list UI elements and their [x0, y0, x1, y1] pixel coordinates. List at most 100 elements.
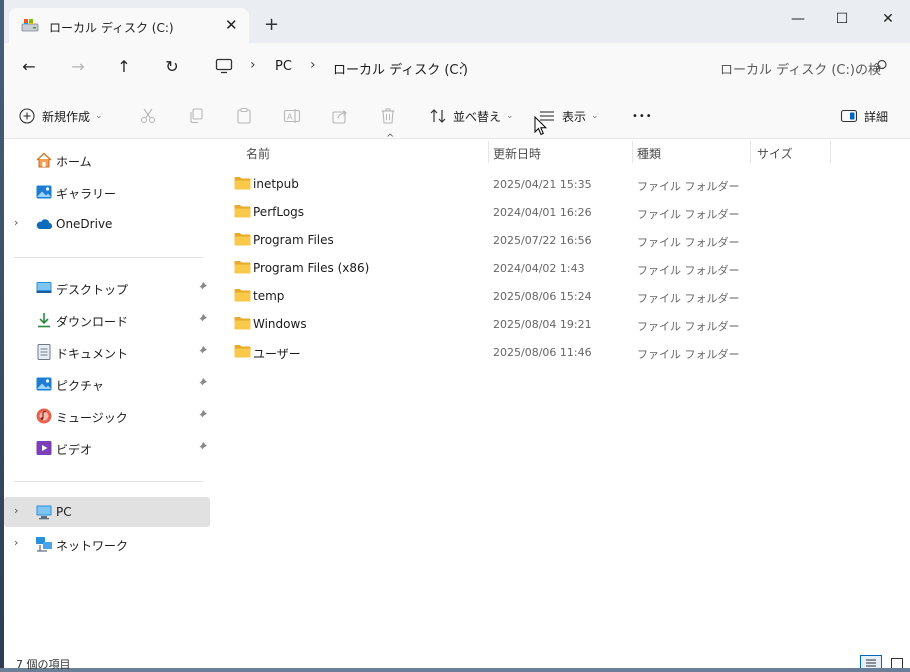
- details-pane-icon: [840, 109, 858, 123]
- new-tab-button[interactable]: +: [264, 16, 279, 34]
- pin-icon[interactable]: [196, 313, 208, 325]
- file-modified: 2025/08/06 15:24: [493, 290, 592, 303]
- chevron-right-icon[interactable]: ›: [14, 216, 18, 229]
- sidebar-item-label: ピクチャ: [56, 379, 104, 393]
- close-tab-icon[interactable]: ✕: [225, 16, 238, 34]
- chevron-down-icon: ⌄: [591, 111, 599, 121]
- desktop-icon: [36, 282, 52, 293]
- forward-button[interactable]: →: [66, 56, 90, 78]
- back-button[interactable]: ←: [17, 56, 41, 78]
- breadcrumb-item-local-disk[interactable]: ローカル ディスク (C:): [333, 59, 468, 78]
- navigation-pane: ホーム ギャラリー › OneDrive デスクトップ ダウンロード ドキュメン…: [4, 139, 218, 655]
- folder-icon: [234, 205, 251, 218]
- sidebar-item-label: ホーム: [56, 155, 92, 169]
- video-icon: [36, 441, 52, 455]
- paste-icon[interactable]: [235, 107, 253, 125]
- network-icon: [36, 537, 52, 552]
- copy-icon[interactable]: [187, 107, 205, 125]
- sidebar-item-desktop[interactable]: デスクトップ: [4, 273, 210, 303]
- pin-icon[interactable]: [196, 377, 208, 389]
- folder-icon: [234, 261, 251, 274]
- file-type: ファイル フォルダー: [637, 348, 740, 361]
- sort-ascending-icon: ^: [386, 133, 395, 144]
- sort-button[interactable]: 並べ替え ⌄: [429, 106, 514, 126]
- sidebar-item-label: デスクトップ: [56, 283, 129, 297]
- details-pane-label: 詳細: [864, 109, 889, 124]
- file-name: PerfLogs: [253, 205, 305, 219]
- column-header-label: サイズ: [757, 147, 793, 161]
- close-window-button[interactable]: ✕: [868, 8, 908, 30]
- breadcrumb-separator: ›: [250, 57, 256, 73]
- table-row[interactable]: Program Files 2025/07/22 16:56 ファイル フォルダ…: [218, 224, 910, 252]
- folder-icon: [234, 345, 251, 358]
- tiles-view-icon[interactable]: [886, 655, 908, 668]
- sidebar-item-onedrive[interactable]: › OneDrive: [4, 209, 210, 239]
- pin-icon[interactable]: [196, 345, 208, 357]
- cut-icon[interactable]: [139, 107, 157, 125]
- column-divider[interactable]: [750, 141, 751, 163]
- column-divider[interactable]: [488, 141, 489, 163]
- item-count: 7 個の項目: [16, 658, 71, 671]
- breadcrumb-expand-chevron[interactable]: ›: [460, 57, 466, 73]
- music-icon: [36, 408, 52, 424]
- delete-icon[interactable]: [379, 107, 397, 125]
- chevron-right-icon[interactable]: ›: [14, 536, 18, 549]
- chevron-right-icon[interactable]: ›: [14, 504, 18, 517]
- file-modified: 2024/04/01 16:26: [493, 206, 592, 219]
- details-view-icon[interactable]: [860, 655, 882, 668]
- table-row[interactable]: temp 2025/08/06 15:24 ファイル フォルダー: [218, 280, 910, 308]
- sidebar-item-gallery[interactable]: ギャラリー: [4, 177, 210, 207]
- table-row[interactable]: PerfLogs 2024/04/01 16:26 ファイル フォルダー: [218, 196, 910, 224]
- column-header-size[interactable]: サイズ: [757, 139, 829, 165]
- file-name: Windows: [253, 317, 307, 331]
- document-icon: [37, 344, 51, 360]
- file-type: ファイル フォルダー: [637, 180, 740, 193]
- search-input[interactable]: ローカル ディスク (C:)の検: [720, 59, 881, 78]
- address-bar-row: ← → ↑ ↻ › PC › ローカル ディスク (C:) › ローカル ディス…: [4, 43, 910, 91]
- sidebar-item-documents[interactable]: ドキュメント: [4, 337, 210, 367]
- table-row[interactable]: inetpub 2025/04/21 15:35 ファイル フォルダー: [218, 168, 910, 196]
- column-divider[interactable]: [830, 141, 831, 163]
- sidebar-item-pc[interactable]: › PC: [4, 497, 210, 527]
- maximize-button[interactable]: ☐: [822, 8, 862, 30]
- table-row[interactable]: ユーザー 2025/08/06 11:46 ファイル フォルダー: [218, 336, 910, 364]
- more-options-button[interactable]: •••: [632, 106, 653, 126]
- rename-icon[interactable]: A: [283, 107, 301, 125]
- minimize-button[interactable]: —: [778, 8, 818, 30]
- home-icon: [36, 152, 52, 168]
- column-divider[interactable]: [632, 141, 633, 163]
- table-row[interactable]: Program Files (x86) 2024/04/02 1:43 ファイル…: [218, 252, 910, 280]
- sidebar-item-music[interactable]: ミュージック: [4, 401, 210, 431]
- view-button-label: 表示: [562, 109, 587, 124]
- file-type: ファイル フォルダー: [637, 292, 740, 305]
- share-icon[interactable]: [331, 107, 349, 125]
- sidebar-item-videos[interactable]: ビデオ: [4, 433, 210, 463]
- pin-icon[interactable]: [196, 281, 208, 293]
- download-icon: [38, 313, 50, 328]
- sidebar-item-pictures[interactable]: ピクチャ: [4, 369, 210, 399]
- sidebar-item-home[interactable]: ホーム: [4, 145, 210, 175]
- folder-icon: [234, 317, 251, 330]
- up-button[interactable]: ↑: [112, 56, 136, 78]
- computer-icon[interactable]: [215, 58, 233, 74]
- search-icon[interactable]: [873, 58, 889, 74]
- details-pane-button[interactable]: 詳細: [840, 106, 888, 126]
- pin-icon[interactable]: [196, 409, 208, 421]
- folder-icon: [234, 177, 251, 190]
- pin-icon[interactable]: [196, 441, 208, 453]
- column-header-type[interactable]: 種類: [637, 139, 749, 165]
- tab-local-disk[interactable]: ローカル ディスク (C:) ✕: [9, 8, 249, 43]
- breadcrumb-item-pc[interactable]: PC: [275, 59, 292, 74]
- table-row[interactable]: Windows 2025/08/04 19:21 ファイル フォルダー: [218, 308, 910, 336]
- sidebar-item-network[interactable]: › ネットワーク: [4, 529, 210, 559]
- refresh-button[interactable]: ↻: [160, 56, 184, 78]
- sidebar-divider: [14, 257, 203, 258]
- column-header-modified[interactable]: 更新日時: [493, 139, 631, 165]
- sidebar-item-label: ビデオ: [56, 443, 93, 457]
- breadcrumb-separator: ›: [310, 57, 316, 73]
- new-button[interactable]: 新規作成 ⌄: [18, 106, 103, 126]
- sidebar-item-label: ドキュメント: [56, 347, 129, 361]
- sidebar-item-downloads[interactable]: ダウンロード: [4, 305, 210, 335]
- column-header-name[interactable]: ^ 名前: [246, 133, 488, 165]
- folder-icon: [234, 289, 251, 302]
